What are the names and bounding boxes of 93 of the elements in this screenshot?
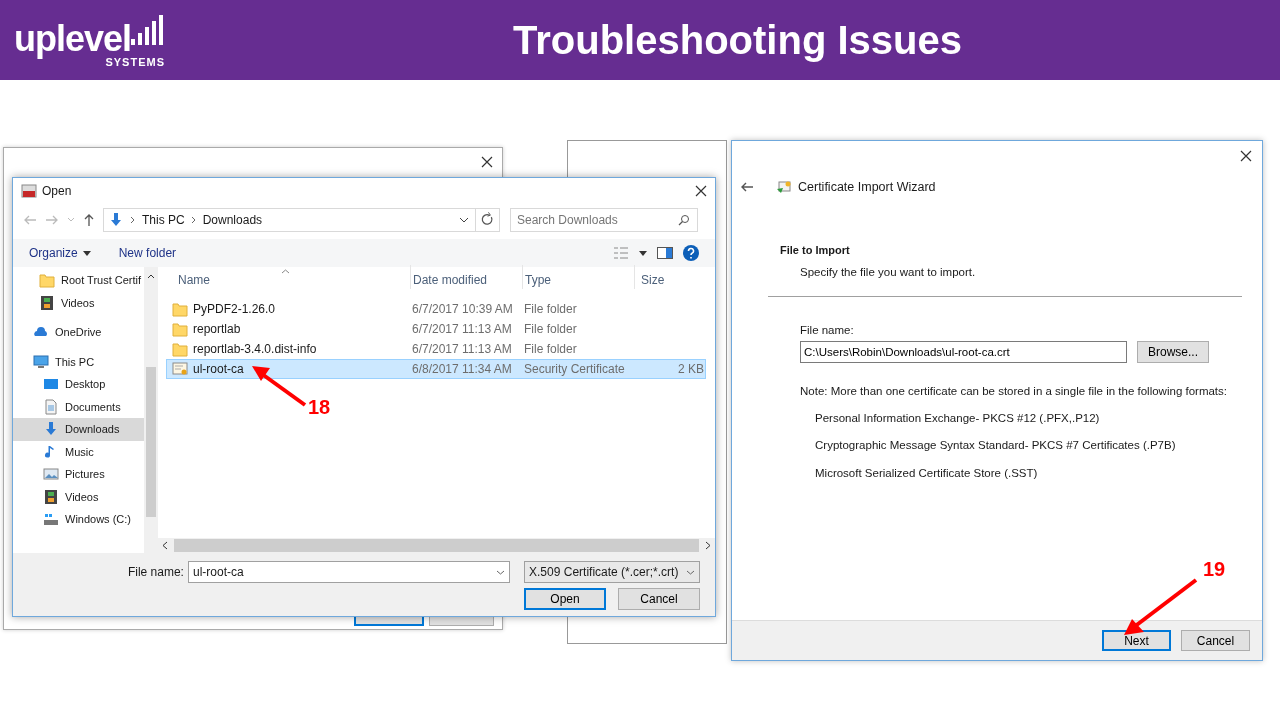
section-heading: File to Import (780, 242, 851, 258)
file-row[interactable]: reportlab 6/7/2017 11:13 AM File folder (166, 319, 706, 339)
file-row[interactable]: PyPDF2-1.26.0 6/7/2017 10:39 AM File folder (166, 299, 706, 319)
nav-item[interactable]: OneDrive (13, 321, 144, 344)
file-name: reportlab-3.4.0.dist-info (193, 341, 317, 358)
nav-item[interactable]: Windows (C:) (13, 508, 144, 531)
file-size: 2 KB (678, 362, 704, 376)
caret-icon (686, 569, 695, 575)
browse-button[interactable]: Browse... (1137, 340, 1209, 363)
close-icon[interactable] (1240, 150, 1252, 162)
folder-icon (39, 272, 55, 289)
nav-item[interactable]: Videos (13, 485, 144, 508)
slide-title: Troubleshooting Issues (513, 18, 962, 62)
sort-caret-icon (281, 269, 290, 274)
file-date: 6/7/2017 10:39 AM (412, 302, 513, 316)
caret-icon (496, 569, 506, 575)
file-type: File folder (524, 322, 577, 336)
preview-pane-icon[interactable] (657, 247, 673, 259)
chevron-icon (190, 216, 197, 224)
logo-wordmark: uplevel (13, 20, 131, 57)
caret-icon (82, 250, 91, 256)
file-date: 6/8/2017 11:34 AM (412, 362, 512, 376)
nav-item[interactable]: Pictures (13, 463, 144, 486)
file-name-combobox[interactable]: ul-root-ca (187, 561, 511, 583)
breadcrumb[interactable]: Downloads (202, 211, 263, 229)
nav-item[interactable]: Downloads (13, 418, 144, 441)
chevron-icon (130, 216, 136, 224)
open-dialog-icon (21, 183, 37, 199)
dialog-title: Open (42, 183, 72, 200)
dialog-button[interactable]: Cancel (618, 588, 700, 610)
file-name: ul-root-ca (193, 361, 244, 378)
file-type: File folder (524, 302, 577, 316)
nav-item[interactable]: Videos (13, 291, 144, 314)
file-type: Security Certificate (524, 362, 625, 376)
breadcrumb[interactable]: This PC (142, 211, 185, 229)
help-icon[interactable] (683, 245, 699, 261)
nav-item[interactable]: Documents (13, 395, 144, 418)
picture-icon (43, 466, 59, 483)
field-label: File name: (126, 564, 184, 581)
wizard-title: Certificate Import Wizard (798, 179, 936, 196)
file-date: 6/7/2017 11:13 AM (412, 322, 512, 336)
search-icon (678, 214, 690, 226)
wizard-button[interactable]: Next (1102, 630, 1171, 651)
nav-item[interactable]: This PC (13, 350, 144, 373)
dialog-button[interactable]: Open (524, 588, 606, 610)
file-name: reportlab (193, 321, 241, 338)
folder-icon (172, 321, 188, 337)
file-name: PyPDF2-1.26.0 (193, 301, 276, 318)
format-item: Cryptographic Message Syntax Standard- PKCS #7 Certificates (.P7B) (814, 438, 1177, 454)
file-type: File folder (524, 342, 577, 356)
close-icon[interactable] (695, 185, 707, 197)
step-number: 18 (308, 395, 331, 420)
chevron-icon[interactable] (162, 541, 168, 550)
file-row[interactable]: ul-root-ca 6/8/2017 11:34 AM Security Certificate 2 KB (166, 359, 706, 379)
format-item: Personal Information Exchange- PKCS #12 (.PFX,.P12) (814, 411, 1101, 426)
film-icon (39, 294, 55, 311)
nav-item[interactable]: Root Trust Certif (13, 269, 144, 292)
document-icon (43, 398, 59, 415)
caret-icon[interactable] (639, 250, 647, 256)
toolbar-button[interactable]: New folder (118, 244, 177, 262)
wizard-button[interactable]: Cancel (1181, 630, 1250, 651)
up-arrow-icon[interactable] (83, 213, 95, 227)
close-icon[interactable] (481, 156, 493, 168)
note-text: Note: More than one certificate can be stored in a single file in the following formats: (799, 383, 1228, 399)
address-bar[interactable]: This PC Downloads (103, 208, 500, 232)
caret-icon[interactable] (459, 217, 469, 223)
step-number: 19 (1203, 557, 1226, 582)
nav-item[interactable]: Music (13, 440, 144, 463)
chevron-icon[interactable] (705, 541, 711, 550)
file-type-dropdown[interactable]: X.509 Certificate (*.cer;*.crt) (524, 561, 700, 583)
format-item: Microsoft Serialized Certificate Store (.SST) (814, 465, 1039, 481)
file-path-field[interactable]: C:\Users\Robin\Downloads\ul-root-ca.crt (800, 340, 1127, 363)
field-label: File name: (799, 322, 855, 338)
folder-icon (172, 341, 188, 357)
column-header[interactable]: Type (523, 265, 635, 289)
column-header[interactable]: Name (166, 265, 411, 289)
download-icon (108, 212, 124, 228)
logo-subtitle: SYSTEMS (105, 56, 165, 68)
search-field[interactable]: Search Downloads (510, 208, 698, 232)
toolbar-button[interactable]: Organize (29, 244, 91, 262)
file-date: 6/7/2017 11:13 AM (412, 342, 512, 356)
caret-icon[interactable] (147, 274, 155, 279)
column-header[interactable]: Date modified (411, 265, 523, 289)
certificate-icon (172, 361, 188, 377)
drive-icon (43, 511, 59, 528)
file-row[interactable]: reportlab-3.4.0.dist-info 6/7/2017 11:13 AM File folder (166, 339, 706, 359)
nav-item[interactable]: Desktop (13, 373, 144, 396)
film-icon (43, 488, 59, 505)
monitor-icon (33, 353, 49, 370)
back-arrow-icon[interactable] (740, 181, 754, 194)
folder-icon (172, 301, 188, 317)
section-subheading: Specify the file you want to import. (799, 265, 977, 281)
column-header[interactable]: Size (635, 265, 703, 289)
